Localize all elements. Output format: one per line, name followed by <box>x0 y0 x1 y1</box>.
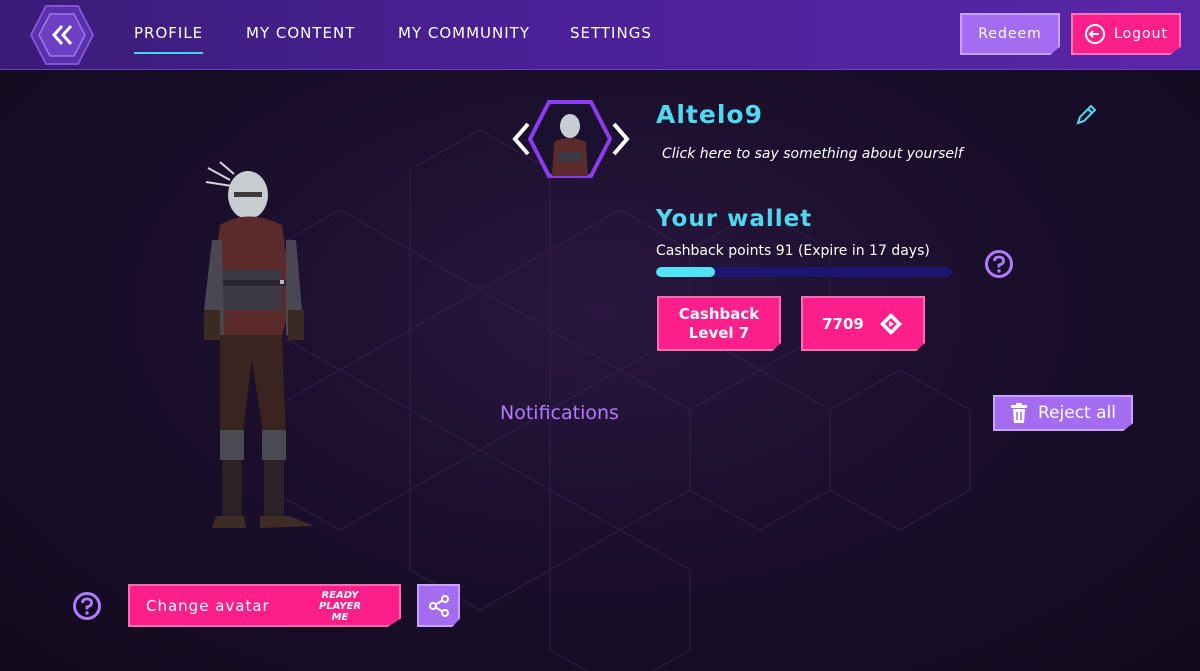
notifications-title: Notifications <box>500 402 619 424</box>
redeem-button[interactable]: Redeem <box>960 13 1060 55</box>
tab-settings[interactable]: SETTINGS <box>570 24 652 54</box>
tab-my-content[interactable]: MY CONTENT <box>246 24 355 54</box>
avatar-portrait <box>527 100 613 178</box>
coin-balance-badge: 7709 <box>801 296 925 351</box>
username: Altelo9 <box>656 100 763 129</box>
share-button[interactable] <box>417 584 460 627</box>
coin-balance: 7709 <box>822 314 864 333</box>
share-icon <box>428 594 449 617</box>
logout-button[interactable]: Logout <box>1071 13 1181 55</box>
trash-icon <box>1011 403 1027 423</box>
logout-label: Logout <box>1114 26 1168 42</box>
avatar-help-button[interactable] <box>72 591 102 621</box>
wallet-title: Your wallet <box>656 206 813 232</box>
cashback-points-text: Cashback points 91 (Expire in 17 days) <box>656 243 930 259</box>
top-nav-bar: PROFILE MY CONTENT MY COMMUNITY SETTINGS… <box>0 0 1200 70</box>
question-icon <box>985 250 1013 278</box>
question-icon <box>73 592 101 620</box>
pencil-icon <box>1076 104 1097 125</box>
ready-player-me-logo: READY PLAYER ME <box>318 589 362 623</box>
cashback-level-badge: Cashback Level 7 <box>657 296 781 351</box>
double-chevron-left-icon <box>30 5 94 65</box>
chevron-right-icon <box>612 122 630 156</box>
back-button[interactable] <box>30 4 94 66</box>
tab-my-community[interactable]: MY COMMUNITY <box>398 24 530 54</box>
redeem-label: Redeem <box>978 26 1042 42</box>
cashback-level-line1: Cashback <box>678 304 760 323</box>
change-avatar-label: Change avatar <box>146 596 270 615</box>
next-avatar-arrow[interactable] <box>608 120 632 158</box>
logout-icon <box>1085 24 1106 44</box>
wallet-help-button[interactable] <box>984 249 1014 279</box>
cashback-level-line2: Level 7 <box>688 323 750 342</box>
reject-all-button[interactable]: Reject all <box>993 395 1133 431</box>
edit-profile-button[interactable] <box>1074 103 1098 127</box>
diamond-coin-icon <box>879 312 902 335</box>
cashback-progress-fill <box>656 267 716 277</box>
reject-all-label: Reject all <box>1038 403 1116 423</box>
cashback-progress-bar <box>656 267 952 277</box>
tab-profile[interactable]: PROFILE <box>134 24 204 54</box>
avatar-3d-figure[interactable] <box>190 160 330 540</box>
bio-field[interactable]: Click here to say something about yourse… <box>662 146 963 162</box>
